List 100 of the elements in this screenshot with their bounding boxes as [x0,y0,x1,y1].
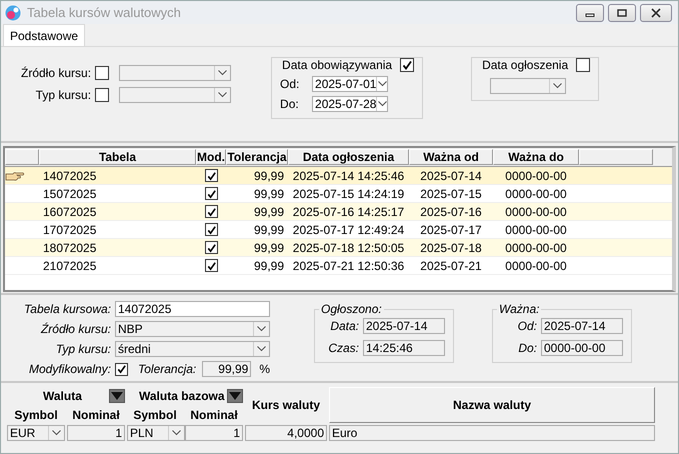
table-cell-text: 2025-07-15 [419,186,483,200]
field-label: Tolerancja: [138,362,196,376]
field-label: Źródło kursu: [40,322,111,336]
table-cell-text: 2025-07-14 [419,168,483,182]
table-row[interactable]: 16072025 99,99 2025-07-16 14:25:17 2025-07-16 0000-00-00 [5,203,672,221]
column-header[interactable]: Mod. [196,149,226,165]
table-cell-text: 2025-07-18 [419,240,483,254]
checkbox[interactable] [204,205,218,218]
checkbox[interactable] [400,58,414,72]
table-cell-text: 99,99 [252,186,285,200]
text-field[interactable]: 2025-07-14 [363,318,445,334]
checkbox[interactable] [204,169,218,182]
text-field[interactable]: 14072025 [115,301,270,317]
column-header[interactable]: Ważna od [409,149,493,165]
column-header: Symbol [13,408,59,422]
dropdown-field[interactable]: średni [115,341,270,357]
checkbox[interactable] [204,223,218,236]
group-title: Data obowiązywania [280,58,394,72]
column-header: Waluta [43,388,82,402]
date-field[interactable]: 2025-07-01 [312,76,388,92]
chevron-icon [218,92,228,98]
dropdown-button[interactable] [227,388,243,402]
dropdown-field[interactable]: PLN [127,425,185,441]
table-cell-text: 2025-07-21 12:50:36 [292,258,406,272]
field-label: Od: [280,77,300,91]
table-row[interactable]: 21072025 99,99 2025-07-21 12:50:36 2025-07-21 0000-00-00 [5,257,672,275]
table-cell-text: 17072025 [42,222,98,236]
window-title: Tabela kursów walutowych [27,5,182,20]
text-field[interactable]: 2025-07-14 [541,318,623,334]
column-header: Nominał [189,408,239,422]
column-header[interactable]: Data ogłoszenia [288,149,409,165]
field-label: Od: [516,319,537,333]
maximize-icon [617,8,627,18]
field-label: Do: [517,341,537,355]
table-cell-text: 2025-07-17 12:49:24 [292,222,406,236]
checkbox[interactable] [115,362,128,376]
triangle-icon [111,392,123,400]
table-row[interactable]: 14072025 99,99 2025-07-14 14:25:46 2025-07-14 0000-00-00 [5,167,672,185]
column-header[interactable]: Tolerancja [226,149,288,165]
field-label: Modyfikowalny: [28,362,111,376]
field-label: Do: [280,97,300,111]
chevron-icon [378,81,387,87]
checkbox[interactable] [204,259,218,272]
column-header[interactable]: Ważna do [493,149,579,165]
table-cell-text: 0000-00-00 [504,222,568,236]
column-header[interactable]: Tabela [39,149,196,165]
group-title: Ogłoszono: [319,302,384,316]
table-cell-text: 2025-07-17 [419,222,483,236]
table-cell-text: 14072025 [42,168,98,182]
dropdown-field[interactable]: EUR [7,425,65,441]
chevron-icon [218,70,228,76]
group-title: Ważna: [497,302,542,316]
column-header[interactable]: Nazwa waluty [329,387,655,423]
field-label: % [259,362,270,376]
table-cell-text: 0000-00-00 [504,186,568,200]
date-field[interactable]: 2025-07-28 [312,96,388,112]
table-cell-text: 15072025 [42,186,98,200]
checkbox[interactable] [576,58,590,72]
checkbox[interactable] [95,66,110,80]
table-cell-text: 0000-00-00 [504,258,568,272]
close-icon [651,8,661,18]
triangle-icon [229,392,241,400]
text-field[interactable]: 0000-00-00 [541,340,623,356]
tab[interactable]: Podstawowe [3,24,86,46]
text-field[interactable]: 14:25:46 [363,340,445,356]
table-cell-text: 16072025 [42,204,98,218]
table-cell-text: 0000-00-00 [504,240,568,254]
maximize-button[interactable] [608,4,636,22]
field-label: Tabela kursowa: [23,302,111,316]
table-cell-text: 99,99 [252,258,285,272]
chevron-icon [257,346,266,352]
table-cell-text: 2025-07-18 12:50:05 [292,240,406,254]
text-field[interactable]: 99,99 [202,361,252,377]
group-title: Data ogłoszenia [480,58,570,72]
field-label: Źródło kursu: [21,66,92,80]
table-cell-text: 99,99 [252,204,285,218]
close-button[interactable] [640,4,672,22]
text-field[interactable]: 1 [67,425,125,441]
table-cell-text: 2025-07-15 14:24:19 [292,186,406,200]
table-cell-text: 21072025 [42,258,98,272]
field-label: Typ kursu: [34,88,92,102]
chevron-icon [257,326,266,332]
minimize-button[interactable] [576,4,604,22]
table-row[interactable]: 18072025 99,99 2025-07-18 12:50:05 2025-07-18 0000-00-00 [5,239,672,257]
dropdown-button[interactable] [109,388,125,402]
table-cell-text: 18072025 [42,240,98,254]
column-header: Nominał [71,408,121,422]
table-cell-text: 2025-07-21 [419,258,483,272]
table-cell-text: 99,99 [252,240,285,254]
text-field[interactable]: 4,0000 [245,425,327,441]
checkbox[interactable] [204,241,218,254]
field-label: Typ kursu: [54,342,111,356]
text-field[interactable]: Euro [329,425,655,441]
checkbox[interactable] [204,187,218,200]
field-label: Czas: [327,341,359,355]
text-field[interactable]: 1 [185,425,243,441]
table-cell-text: 99,99 [252,168,285,182]
table-cell-text: 2025-07-16 [419,204,483,218]
dropdown-field[interactable]: NBP [115,321,270,337]
checkbox[interactable] [95,88,110,102]
